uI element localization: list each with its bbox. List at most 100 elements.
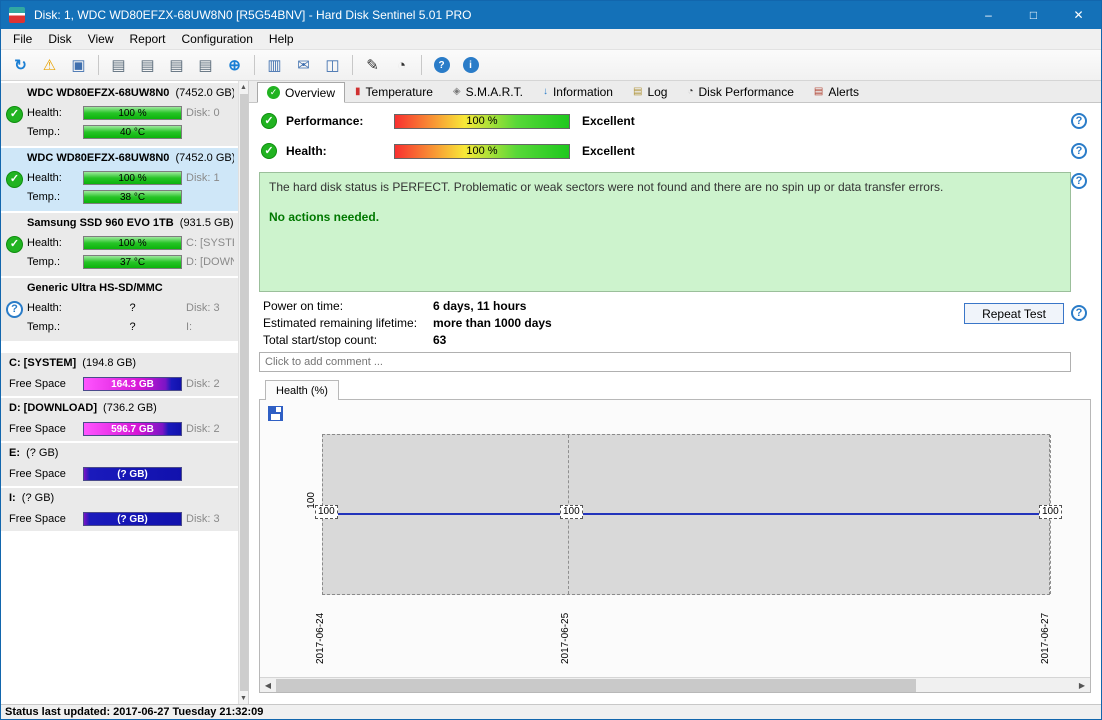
disk-surface-test-button[interactable]: ▤ xyxy=(105,53,132,78)
menu-report[interactable]: Report xyxy=(121,30,173,48)
send-report-email-button[interactable]: ✉ xyxy=(290,53,317,78)
sidebar-partition-item-2[interactable]: E: (? GB) Free Space (? GB) xyxy=(1,443,238,486)
x-axis-label: 2017-06-25 xyxy=(560,612,571,664)
sidebar-partition-item-1[interactable]: D: [DOWNLOAD] (736.2 GB) Free Space 596.… xyxy=(1,398,238,441)
menu-disk[interactable]: Disk xyxy=(40,30,79,48)
about-button[interactable]: i xyxy=(457,53,484,78)
chart-plot-area: 100 100 100 xyxy=(315,434,1062,595)
disk-detail-grid: Health: 100 % Disk: 0 Temp.: 40 °C xyxy=(27,106,234,139)
tab-temperature[interactable]: ▮ Temperature xyxy=(345,81,443,102)
disk-short-test-button[interactable]: ▤ xyxy=(134,53,161,78)
alerts-icon: ▤ xyxy=(813,85,824,97)
menu-help[interactable]: Help xyxy=(261,30,302,48)
chart-tab-health[interactable]: Health (%) xyxy=(265,380,339,400)
health-value: 100 % xyxy=(118,172,147,184)
scroll-thumb[interactable] xyxy=(239,94,248,691)
refresh-icon: ↻ xyxy=(14,56,27,74)
tab-label: Log xyxy=(647,84,668,99)
edit-comment-button[interactable]: ✎ xyxy=(359,53,386,78)
status-help-icon[interactable]: ? xyxy=(1071,173,1087,189)
menu-configuration[interactable]: Configuration xyxy=(174,30,261,48)
toolbar-separator xyxy=(421,55,422,75)
report-icon: ▥ xyxy=(267,56,282,74)
help-button[interactable]: ? xyxy=(428,53,455,78)
save-chart-icon[interactable] xyxy=(268,406,283,421)
health-bar: 100 % xyxy=(83,106,182,120)
free-space-bar: (? GB) xyxy=(83,512,182,526)
minimize-button[interactable]: – xyxy=(966,1,1011,29)
disk-performance-button[interactable]: ◔ xyxy=(388,53,415,78)
health-series-line xyxy=(323,513,1049,515)
lifetime-label: Estimated remaining lifetime: xyxy=(263,316,418,330)
repeat-test-button[interactable]: Repeat Test xyxy=(964,303,1064,324)
temp-bar: 40 °C xyxy=(83,125,182,139)
tab-smart[interactable]: ◈ S.M.A.R.T. xyxy=(443,81,533,102)
menu-view[interactable]: View xyxy=(80,30,122,48)
system-monitor-button[interactable]: ▣ xyxy=(65,53,92,78)
disk-number-label: Disk: 2 xyxy=(186,378,220,390)
comment-input[interactable] xyxy=(259,352,1071,372)
scroll-right-icon[interactable]: ▶ xyxy=(1074,681,1090,690)
disk-stats: Power on time: 6 days, 11 hours Estimate… xyxy=(263,298,552,349)
partition-name: D: [DOWNLOAD] xyxy=(9,402,97,414)
tab-information[interactable]: ↓ Information xyxy=(533,81,623,102)
health-value: 100 % xyxy=(466,145,498,157)
sidebar-disk-item-0[interactable]: ✓ WDC WD80EFZX-68UW8N0 (7452.0 GB) Healt… xyxy=(1,83,238,146)
performance-ok-icon: ✓ xyxy=(261,113,277,129)
network-disks-button[interactable]: ⊕ xyxy=(221,53,248,78)
tab-overview[interactable]: ✓ Overview xyxy=(257,82,346,103)
disk-title: Generic Ultra HS-SD/MMC xyxy=(27,282,234,298)
performance-help-icon[interactable]: ? xyxy=(1071,113,1087,129)
maximize-button[interactable]: □ xyxy=(1011,1,1056,29)
sidebar-partition-item-3[interactable]: I: (? GB) Free Space (? GB) Disk: 3 xyxy=(1,488,238,531)
tab-log[interactable]: ▤ Log xyxy=(623,81,677,102)
app-icon xyxy=(9,7,25,23)
health-help-icon[interactable]: ? xyxy=(1071,143,1087,159)
save-report-button[interactable]: ◫ xyxy=(319,53,346,78)
sidebar-partition-item-0[interactable]: C: [SYSTEM] (194.8 GB) Free Space 164.3 … xyxy=(1,353,238,396)
sidebar-disk-item-3[interactable]: ? Generic Ultra HS-SD/MMC Health: ? Disk… xyxy=(1,278,238,341)
health-value: 100 % xyxy=(118,107,147,119)
tab-alerts[interactable]: ▤ Alerts xyxy=(804,81,869,102)
refresh-button[interactable]: ↻ xyxy=(7,53,34,78)
sidebar-disk-item-1[interactable]: ✓ WDC WD80EFZX-68UW8N0 (7452.0 GB) Healt… xyxy=(1,148,238,211)
disk-extended-test-icon: ▤ xyxy=(169,56,184,74)
sidebar-disk-item-2[interactable]: ✓ Samsung SSD 960 EVO 1TB (931.5 GB) Dis… xyxy=(1,213,238,276)
chart-scroll-thumb[interactable] xyxy=(276,678,916,692)
disk-ok-icon: ✓ xyxy=(6,171,23,188)
health-rating: Excellent xyxy=(582,144,635,158)
titlebar: Disk: 1, WDC WD80EFZX-68UW8N0 [R5G54BNV]… xyxy=(1,1,1101,29)
scroll-up-icon[interactable]: ▲ xyxy=(240,81,247,93)
warning-button[interactable]: ⚠ xyxy=(36,53,63,78)
temp-value: 40 °C xyxy=(119,126,146,138)
health-ok-icon: ✓ xyxy=(261,143,277,159)
disk-repair-button[interactable]: ▤ xyxy=(192,53,219,78)
chart-scrollbar[interactable]: ◀ ▶ xyxy=(260,677,1090,692)
performance-row: ✓ Performance: 100 % Excellent xyxy=(261,112,635,130)
disk-title: WDC WD80EFZX-68UW8N0 (7452.0 GB) xyxy=(27,87,234,103)
chart-body: 100 100 100 100 2017-06-24 2017-06-25 20… xyxy=(259,399,1091,693)
temp-label: Temp.: xyxy=(27,256,61,268)
performance-label: Performance: xyxy=(286,114,364,128)
menu-file[interactable]: File xyxy=(5,30,40,48)
disk-name: WDC WD80EFZX-68UW8N0 xyxy=(27,87,170,99)
repeat-test-help-icon[interactable]: ? xyxy=(1071,305,1087,321)
tab-disk-performance[interactable]: ◔ Disk Performance xyxy=(677,81,803,102)
status-last-updated: Status last updated: 2017-06-27 Tuesday … xyxy=(5,706,264,718)
disk-detail-grid: Health: ? Disk: 3 Temp.: ? I: xyxy=(27,301,234,334)
disk-extended-test-button[interactable]: ▤ xyxy=(163,53,190,78)
app-window: Disk: 1, WDC WD80EFZX-68UW8N0 [R5G54BNV]… xyxy=(0,0,1102,720)
scroll-left-icon[interactable]: ◀ xyxy=(260,681,276,690)
startstop-row: Total start/stop count: 63 xyxy=(263,332,552,349)
data-point-label: 100 xyxy=(560,505,583,519)
sidebar-scrollbar[interactable]: ▲ ▼ xyxy=(238,81,248,704)
content-area: ✓ WDC WD80EFZX-68UW8N0 (7452.0 GB) Healt… xyxy=(1,81,1101,704)
toolbar: ↻ ⚠ ▣ ▤ ▤ ▤ ▤ ⊕ ▥ ✉ ◫ ✎ ◔ ? i xyxy=(1,50,1101,81)
scroll-down-icon[interactable]: ▼ xyxy=(240,692,247,704)
temp-bar: 37 °C xyxy=(83,255,182,269)
disk-name: Generic Ultra HS-SD/MMC xyxy=(27,282,163,294)
disk-number-label: Disk: 2 xyxy=(186,423,220,435)
close-button[interactable]: ✕ xyxy=(1056,1,1101,29)
report-button[interactable]: ▥ xyxy=(261,53,288,78)
